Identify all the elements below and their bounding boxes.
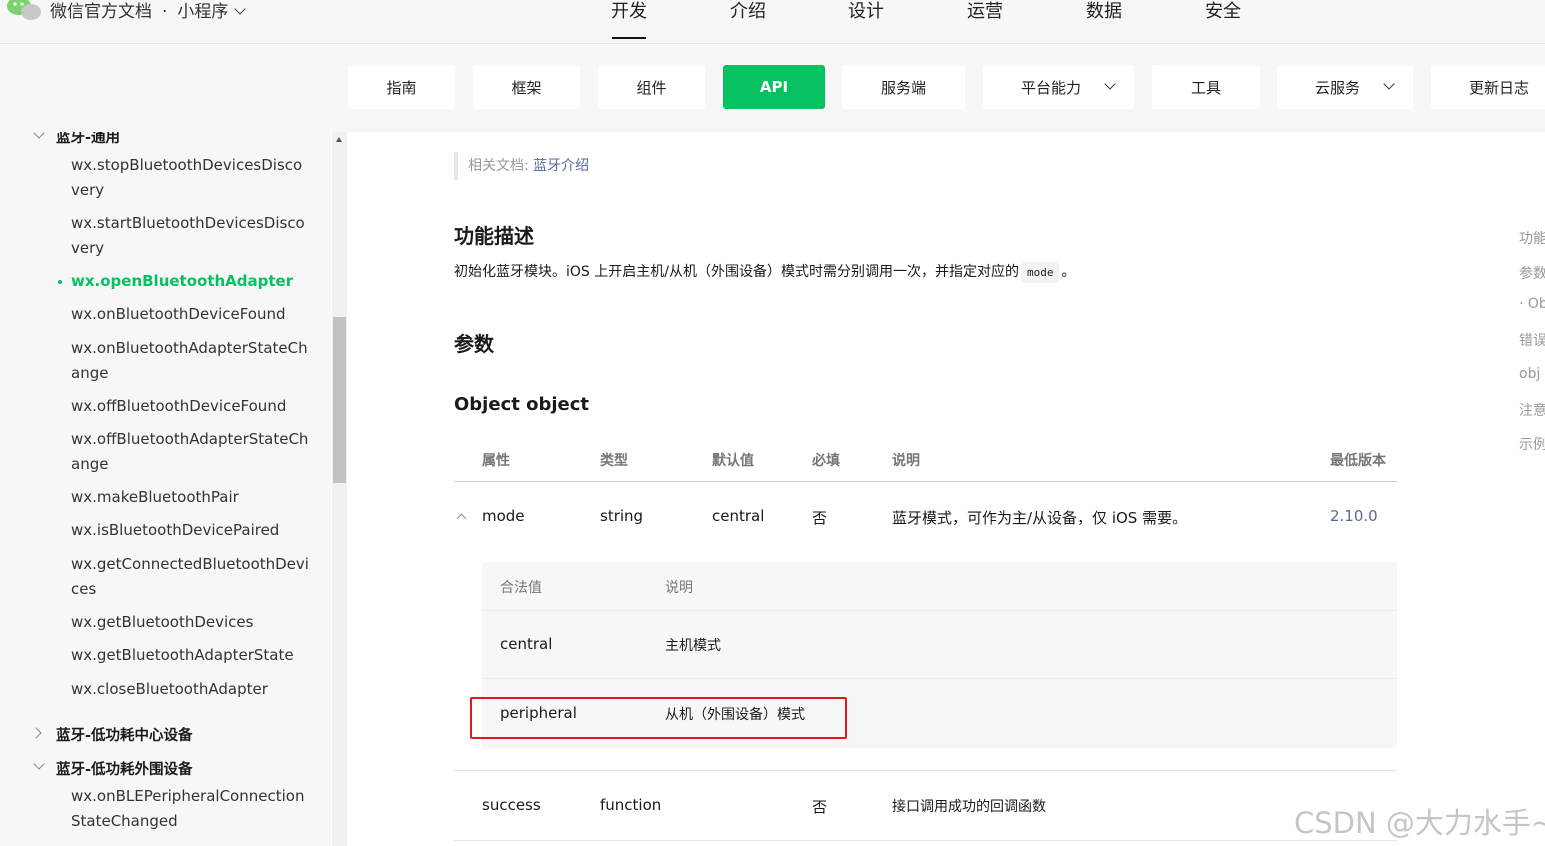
col-header-version: 最低版本 (1330, 453, 1386, 469)
tab-cloud[interactable]: 云服务 (1277, 65, 1413, 109)
chevron-down-icon[interactable] (234, 3, 247, 15)
chevron-down-icon[interactable] (33, 132, 45, 139)
row-mode-default: central (712, 507, 765, 525)
nav-design[interactable]: 设计 (848, 0, 884, 23)
brand[interactable]: 微信官方文档 · 小程序 (50, 0, 247, 22)
nav-security[interactable]: 安全 (1205, 0, 1241, 23)
tab-tools[interactable]: 工具 (1152, 65, 1260, 109)
wechat-logo-icon[interactable] (6, 0, 42, 22)
related-docs-label: 相关文档: (468, 158, 534, 174)
tab-cloud-label: 云服务 (1315, 78, 1361, 97)
sub-divider (482, 610, 1397, 611)
description-body: 初始化蓝牙模块。iOS 上开启主机/从机（外围设备）模式时需分别调用一次，并指定… (454, 264, 1019, 280)
watermark: CSDN @大力水手~ (1294, 806, 1545, 840)
nav-operate[interactable]: 运营 (967, 0, 1003, 23)
tab-changelog[interactable]: 更新日志 (1431, 65, 1545, 109)
sidebar-item[interactable]: wx.startBluetoothDevicesDiscovery (71, 211, 311, 260)
sidebar-item[interactable]: wx.getBluetoothAdapterState (71, 643, 311, 668)
sidebar-item[interactable]: wx.getBluetoothDevices (71, 610, 311, 635)
brand-title[interactable]: 微信官方文档 (50, 2, 152, 22)
tab-components[interactable]: 组件 (598, 65, 705, 109)
col-header-type: 类型 (600, 453, 628, 469)
col-header-default: 默认值 (712, 453, 754, 469)
nav-data[interactable]: 数据 (1086, 0, 1122, 23)
sidebar-item[interactable]: wx.onBluetoothDeviceFound (71, 302, 311, 327)
sidebar-item[interactable]: wx.isBluetoothDevicePaired (71, 518, 311, 543)
chevron-right-icon[interactable] (30, 727, 42, 739)
row-success-type: function (600, 796, 662, 814)
toc-item[interactable]: obj (1519, 366, 1540, 382)
table-row-divider (454, 770, 1397, 771)
sidebar-item-active[interactable]: wx.openBluetoothAdapter (58, 269, 311, 294)
col-header-desc: 说明 (892, 453, 920, 469)
related-docs-link[interactable]: 蓝牙介绍 (533, 158, 589, 174)
sub-divider (482, 678, 1397, 679)
tab-platform-label: 平台能力 (1021, 78, 1082, 97)
sidebar-item[interactable]: wx.closeBluetoothAdapter (71, 677, 311, 702)
brand-separator: · (162, 2, 168, 22)
sidebar-item[interactable]: wx.getConnectedBluetoothDevices (71, 552, 311, 601)
sidebar-item[interactable]: wx.makeBluetoothPair (71, 485, 311, 510)
row-mode-name: mode (482, 507, 525, 525)
toc-item[interactable]: 注意 (1519, 400, 1545, 420)
row-mode-type: string (600, 507, 644, 525)
row-success-desc: 接口调用成功的回调函数 (892, 799, 1046, 815)
row-mode-version-link[interactable]: 2.10.0 (1330, 507, 1378, 525)
sub-col-header-value: 合法值 (500, 580, 542, 596)
related-docs: 相关文档: 蓝牙介绍 (468, 155, 589, 175)
toc-item[interactable]: 参数 (1519, 263, 1545, 283)
sidebar-item[interactable]: wx.stopBluetoothDevicesDiscovery (71, 153, 311, 202)
top-bar: 微信官方文档 · 小程序 开发 介绍 设计 运营 数据 安全 (0, 0, 1545, 44)
quote-bar (454, 152, 458, 180)
object-title: Object object (454, 394, 590, 415)
tab-server[interactable]: 服务端 (842, 65, 965, 109)
sub-nav: 指南 框架 组件 API 服务端 平台能力 工具 云服务 更新日志 (0, 45, 1545, 132)
nav-develop[interactable]: 开发 (611, 0, 647, 23)
chevron-down-icon[interactable] (33, 758, 45, 770)
tab-platform[interactable]: 平台能力 (983, 65, 1134, 109)
toc-item[interactable]: 功能 (1519, 228, 1545, 248)
table-row-divider (454, 840, 1397, 841)
tab-guide[interactable]: 指南 (348, 65, 455, 109)
tab-framework[interactable]: 框架 (473, 65, 580, 109)
section-title-description: 功能描述 (454, 224, 534, 248)
table-header-divider (454, 481, 1397, 482)
sidebar-group-ble-peripheral[interactable]: 蓝牙-低功耗外围设备 (56, 758, 193, 779)
highlight-annotation-box (470, 697, 847, 739)
section-title-params: 参数 (454, 332, 494, 356)
tab-api[interactable]: API (723, 65, 825, 109)
row-mode-required: 否 (812, 509, 828, 527)
scrollbar-thumb[interactable] (333, 317, 346, 483)
nav-intro[interactable]: 介绍 (730, 0, 766, 23)
col-header-required: 必填 (812, 453, 840, 469)
sub-col-header-desc: 说明 (665, 580, 693, 596)
sidebar-item[interactable]: wx.onBLEPeripheralConnectionStateChanged (71, 784, 311, 833)
description-text: 初始化蓝牙模块。iOS 上开启主机/从机（外围设备）模式时需分别调用一次，并指定… (454, 261, 1076, 283)
sidebar-item[interactable]: wx.offBluetoothDeviceFound (71, 394, 311, 419)
sidebar-scrollbar[interactable] (332, 132, 347, 846)
sub-row-central-value: central (500, 635, 553, 653)
inline-code-mode: mode (1020, 262, 1060, 283)
sidebar-item[interactable]: wx.offBluetoothAdapterStateChange (71, 427, 311, 476)
chevron-down-icon (1104, 78, 1116, 90)
col-header-attr: 属性 (482, 453, 510, 469)
sidebar-group-ble-central[interactable]: 蓝牙-低功耗中心设备 (56, 724, 193, 745)
sidebar-group-bluetooth-common[interactable]: 蓝牙-通用 (56, 132, 120, 147)
sidebar: 蓝牙-通用 wx.stopBluetoothDevicesDiscovery w… (0, 132, 331, 846)
row-success-required: 否 (812, 798, 828, 816)
toc-item[interactable]: · Ob (1519, 296, 1545, 312)
row-success-name: success (482, 796, 541, 814)
scroll-up-icon[interactable] (336, 137, 342, 142)
chevron-down-icon (1383, 78, 1395, 90)
product-switcher[interactable]: 小程序 (177, 2, 228, 22)
row-mode-desc: 蓝牙模式，可作为主/从设备，仅 iOS 需要。 (892, 509, 1188, 527)
nav-active-indicator (612, 37, 646, 39)
chevron-up-icon[interactable] (456, 513, 467, 524)
toc-item[interactable]: 示例 (1519, 434, 1545, 454)
sub-row-central-desc: 主机模式 (665, 638, 721, 654)
sidebar-item[interactable]: wx.onBluetoothAdapterStateChange (71, 336, 311, 385)
toc-item[interactable]: 错误 (1519, 330, 1545, 350)
description-end: 。 (1061, 264, 1076, 280)
